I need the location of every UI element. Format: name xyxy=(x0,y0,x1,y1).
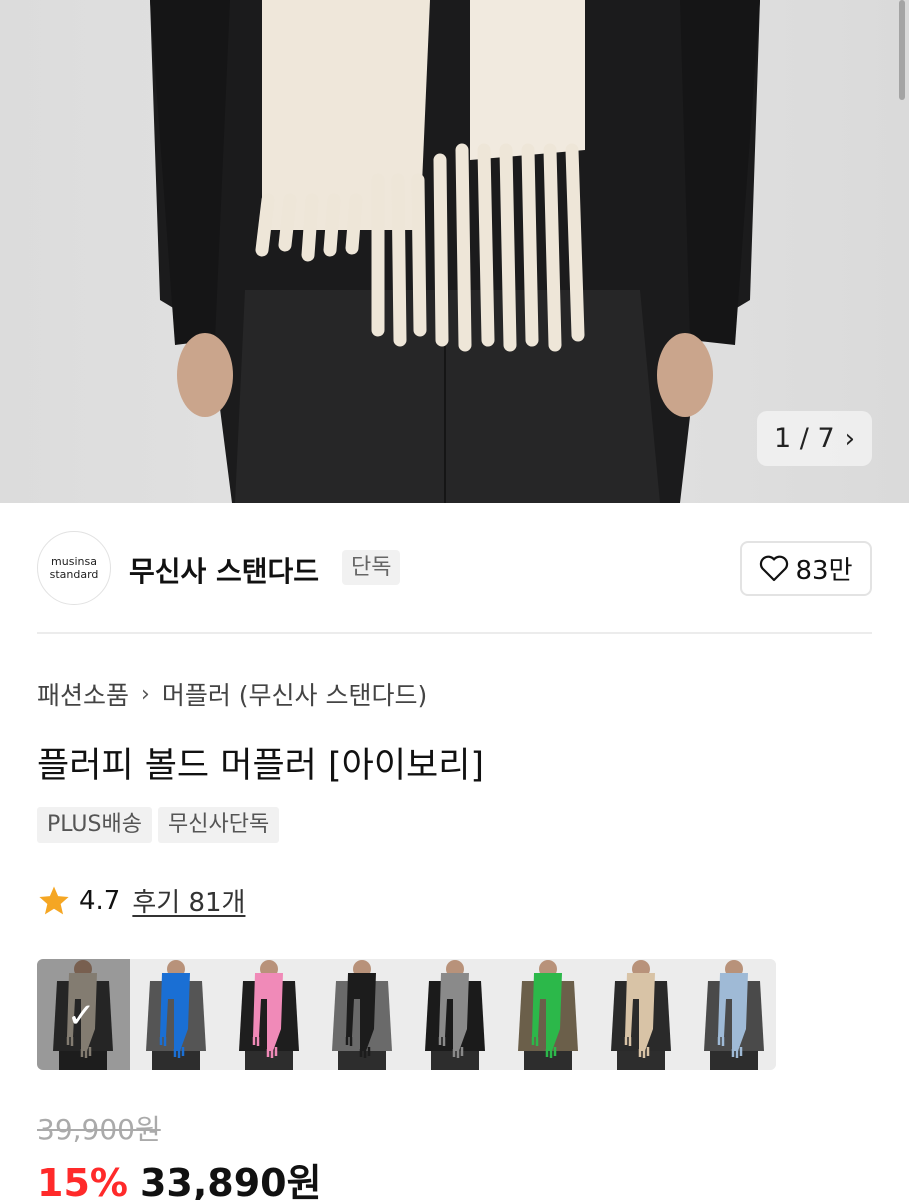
like-count: 83만 xyxy=(795,556,853,586)
color-swatch-1[interactable]: ✓ xyxy=(37,959,130,1070)
product-title: 플러피 볼드 머플러 [아이보리] xyxy=(37,746,485,786)
tag-musinsa-exclusive: 무신사단독 xyxy=(157,807,280,843)
pager-text: 1 / 7 xyxy=(773,423,835,454)
chevron-right-icon[interactable]: › xyxy=(845,424,855,454)
swatch-thumbnail xyxy=(502,959,595,1070)
breadcrumb: 패션소품 › 머플러 (무신사 스탠다드) xyxy=(37,676,427,712)
exclusive-badge: 단독 xyxy=(342,550,401,585)
brand-logo[interactable]: musinsa standard xyxy=(37,531,111,605)
swatch-thumbnail xyxy=(130,959,223,1070)
price-row: 15% 33,890원 xyxy=(37,1152,322,1200)
rating-score: 4.7 xyxy=(79,885,121,916)
review-link[interactable]: 후기 81개 xyxy=(132,882,245,919)
color-swatches: ✓ xyxy=(37,959,776,1070)
swatch-thumbnail xyxy=(688,959,776,1070)
brand-logo-line1: musinsa xyxy=(51,555,97,568)
brand-row: musinsa standard 무신사 스탠다드 단독 83만 xyxy=(37,531,872,606)
check-icon: ✓ xyxy=(67,996,96,1036)
color-swatch-8[interactable] xyxy=(688,959,776,1070)
swatch-thumbnail xyxy=(223,959,316,1070)
brand-name[interactable]: 무신사 스탠다드 xyxy=(129,550,319,590)
like-button[interactable]: 83만 xyxy=(740,541,872,596)
brand-logo-line2: standard xyxy=(49,568,99,581)
product-tags: PLUS배송 무신사단독 xyxy=(37,807,280,843)
color-swatch-3[interactable] xyxy=(223,959,316,1070)
original-price: 39,900원 xyxy=(37,1113,161,1146)
color-swatch-7[interactable] xyxy=(595,959,688,1070)
breadcrumb-category[interactable]: 패션소품 xyxy=(37,676,129,712)
color-swatch-2[interactable] xyxy=(130,959,223,1070)
page-scrollbar[interactable] xyxy=(899,0,905,100)
color-swatch-5[interactable] xyxy=(409,959,502,1070)
breadcrumb-subcategory[interactable]: 머플러 (무신사 스탠다드) xyxy=(162,676,427,712)
final-price: 33,890원 xyxy=(139,1161,322,1200)
swatch-thumbnail xyxy=(316,959,409,1070)
color-swatch-6[interactable] xyxy=(502,959,595,1070)
section-divider xyxy=(37,632,872,634)
swatch-thumbnail xyxy=(409,959,502,1070)
heart-outline-icon xyxy=(760,555,789,582)
swatch-thumbnail xyxy=(595,959,688,1070)
chevron-right-icon: › xyxy=(141,681,150,707)
image-pager[interactable]: 1 / 7 › xyxy=(757,411,872,466)
tag-plus-delivery: PLUS배송 xyxy=(37,807,152,843)
discount-rate: 15% xyxy=(37,1161,128,1200)
rating-row: 4.7 후기 81개 xyxy=(37,882,245,919)
color-swatch-4[interactable] xyxy=(316,959,409,1070)
product-image-carousel[interactable]: 1 / 7 › xyxy=(0,0,909,503)
star-icon xyxy=(39,886,69,914)
